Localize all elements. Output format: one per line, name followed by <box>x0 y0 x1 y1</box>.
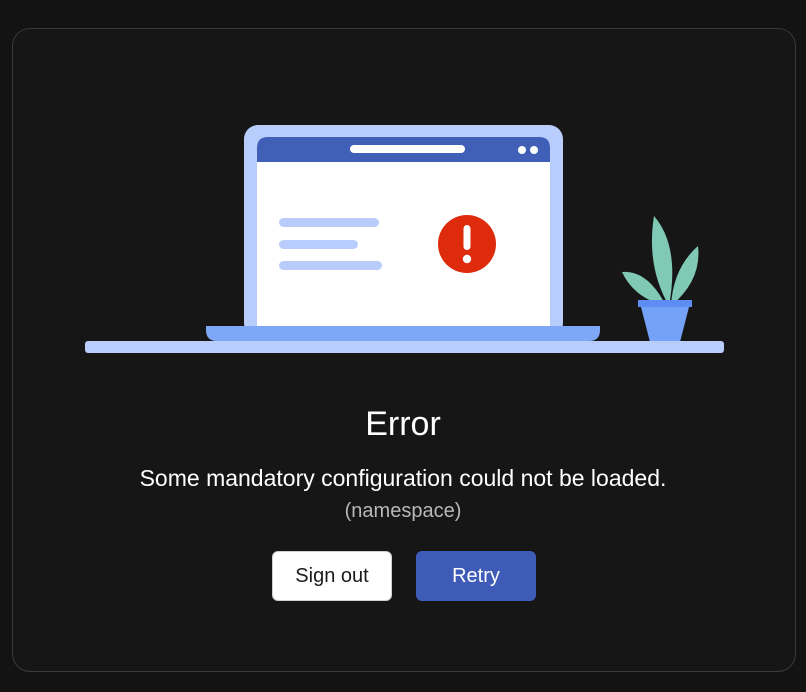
laptop-icon <box>206 125 600 341</box>
error-icon <box>438 215 496 273</box>
sign-out-button[interactable]: Sign out <box>272 551 392 601</box>
error-message: Some mandatory configuration could not b… <box>139 465 667 491</box>
plant-icon <box>622 216 699 342</box>
error-title: Error <box>365 405 441 443</box>
retry-button[interactable]: Retry <box>416 551 536 601</box>
error-detail: (namespace) <box>344 500 462 522</box>
error-illustration <box>85 125 724 353</box>
desk-shelf <box>85 341 724 353</box>
